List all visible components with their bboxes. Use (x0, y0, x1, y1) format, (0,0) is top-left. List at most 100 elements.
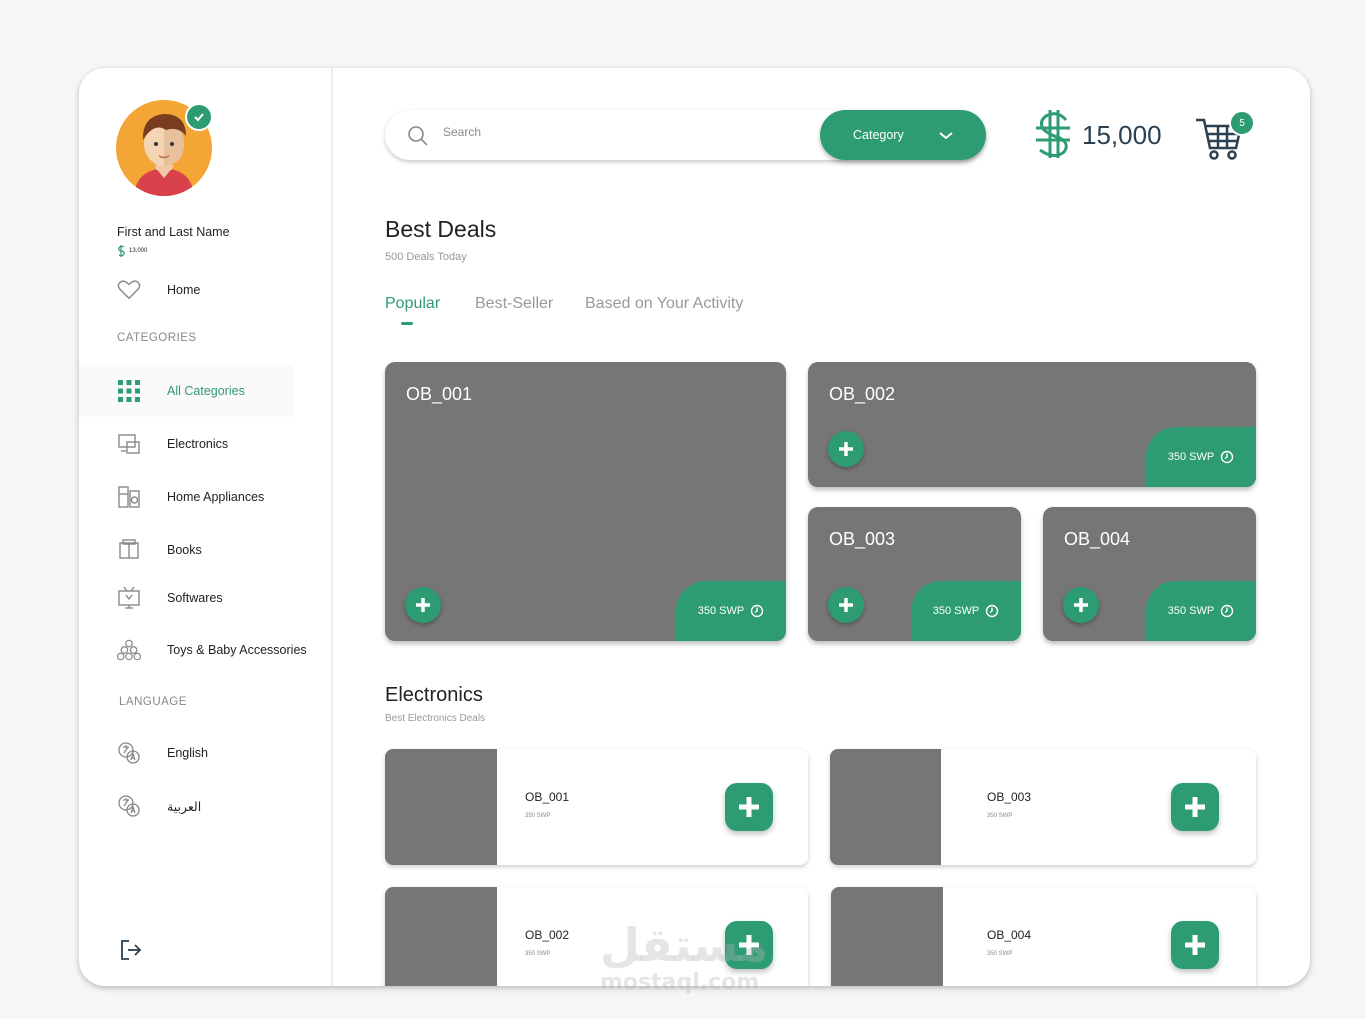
search-bar: Category (385, 110, 986, 160)
product-price: 350 SWP (525, 951, 551, 957)
product-card[interactable]: OB_003 350 SWP (830, 749, 1256, 865)
plus-icon (1185, 797, 1205, 817)
active-tab-indicator (401, 322, 413, 325)
deal-price: 350 SWP (1167, 451, 1215, 463)
deal-price: 350 SWP (697, 605, 745, 617)
plus-icon (1074, 598, 1088, 612)
appliances-icon (117, 485, 141, 509)
translate-icon (117, 794, 141, 818)
deal-price: 350 SWP (932, 605, 980, 617)
electronics-icon (117, 432, 141, 456)
product-image (830, 749, 941, 865)
product-price: 350 SWP (525, 813, 551, 819)
plus-icon (416, 598, 430, 612)
plus-icon (1185, 935, 1205, 955)
search-icon (407, 125, 429, 152)
sidebar: First and Last Name 13,000 Home CATEGORI… (79, 68, 333, 986)
sidebar-item-all-categories[interactable]: All Categories (79, 365, 293, 417)
sidebar-item-toys[interactable]: Toys & Baby Accessories (79, 630, 333, 670)
watermark-latin: mostaql.com (600, 970, 760, 995)
page-title: Best Deals (385, 216, 497, 242)
deal-card-title: OB_004 (1064, 529, 1131, 549)
plus-icon (739, 797, 759, 817)
deal-price-tag: 350 SWP (1146, 427, 1256, 487)
user-balance: 13,000 (117, 245, 147, 257)
product-image (385, 749, 497, 865)
add-to-cart-button[interactable] (1063, 587, 1099, 623)
sidebar-item-label: English (167, 746, 208, 760)
tab-popular[interactable]: Popular (385, 295, 440, 313)
sidebar-item-arabic[interactable]: العربية (79, 786, 333, 826)
sidebar-item-home[interactable]: Home (79, 270, 333, 310)
deal-price-tag: 350 SWP (911, 581, 1021, 641)
deal-card[interactable]: OB_002 350 SWP (808, 362, 1256, 487)
currency-icon (1032, 108, 1074, 165)
product-name: OB_001 (525, 790, 570, 804)
add-to-cart-button[interactable] (828, 587, 864, 623)
heart-icon (117, 278, 141, 302)
user-name: First and Last Name (117, 225, 230, 239)
product-image (831, 887, 943, 986)
logout-icon[interactable] (119, 938, 143, 962)
deal-card[interactable]: OB_004 350 SWP (1043, 507, 1256, 641)
product-price: 350 SWP (987, 813, 1013, 819)
chevron-down-icon (938, 128, 954, 146)
sidebar-item-label: All Categories (167, 384, 245, 398)
toys-icon (117, 638, 141, 662)
product-image (385, 887, 497, 986)
verified-check-icon (185, 103, 213, 131)
grid-icon (117, 379, 141, 403)
add-to-cart-button[interactable] (725, 783, 773, 831)
search-input[interactable] (443, 125, 743, 139)
category-dropdown[interactable]: Category (820, 110, 986, 160)
sidebar-item-label: Softwares (167, 591, 223, 605)
add-to-cart-button[interactable] (1171, 921, 1219, 969)
add-to-cart-button[interactable] (405, 587, 441, 623)
product-card[interactable]: OB_004 350 SWP (831, 887, 1256, 986)
tab-best-seller[interactable]: Best-Seller (475, 295, 553, 313)
wallet-balance-amount: 15,000 (1082, 120, 1162, 150)
product-card[interactable]: OB_001 350 SWP (385, 749, 808, 865)
sidebar-item-label: Home (167, 283, 201, 297)
product-name: OB_002 (525, 928, 570, 942)
categories-heading: CATEGORIES (117, 332, 197, 344)
deal-price-tag: 350 SWP (676, 581, 786, 641)
sidebar-item-label: Toys & Baby Accessories (167, 643, 307, 657)
clock-icon (751, 604, 764, 618)
clock-icon (986, 604, 999, 618)
clock-icon (1221, 450, 1234, 464)
add-to-cart-button[interactable] (1171, 783, 1219, 831)
deal-card[interactable]: OB_001 350 SWP (385, 362, 786, 641)
sidebar-item-label: العربية (167, 799, 202, 814)
translate-icon (117, 741, 141, 765)
product-name: OB_003 (987, 790, 1032, 804)
sidebar-item-electronics[interactable]: Electronics (79, 424, 333, 464)
clock-icon (1221, 604, 1234, 618)
tab-based-on-activity[interactable]: Based on Your Activity (585, 295, 743, 313)
sidebar-item-english[interactable]: English (79, 733, 333, 773)
watermark-arabic: مستقل (600, 918, 769, 972)
category-dropdown-label: Category (853, 128, 904, 142)
sidebar-item-label: Books (167, 543, 202, 557)
deal-card-title: OB_003 (829, 529, 896, 549)
deal-price-tag: 350 SWP (1146, 581, 1256, 641)
software-icon (117, 586, 141, 610)
product-price: 350 SWP (987, 951, 1013, 957)
product-name: OB_004 (987, 928, 1032, 942)
sidebar-item-softwares[interactable]: Softwares (79, 578, 333, 618)
plus-icon (839, 442, 853, 456)
sidebar-item-home-appliances[interactable]: Home Appliances (79, 477, 333, 517)
plus-icon (839, 598, 853, 612)
section-title-electronics: Electronics (385, 684, 483, 706)
sidebar-item-books[interactable]: Books (79, 530, 333, 570)
cart-count-badge: 5 (1229, 110, 1255, 136)
sidebar-item-label: Electronics (167, 437, 229, 451)
deal-price: 350 SWP (1167, 605, 1215, 617)
currency-icon (118, 245, 125, 257)
section-subtitle-electronics: Best Electronics Deals (385, 713, 486, 724)
deal-card[interactable]: OB_003 350 SWP (808, 507, 1021, 641)
language-heading: LANGUAGE (119, 696, 187, 708)
user-balance-value: 13,000 (129, 248, 148, 254)
add-to-cart-button[interactable] (828, 431, 864, 467)
deal-card-title: OB_002 (829, 384, 896, 404)
